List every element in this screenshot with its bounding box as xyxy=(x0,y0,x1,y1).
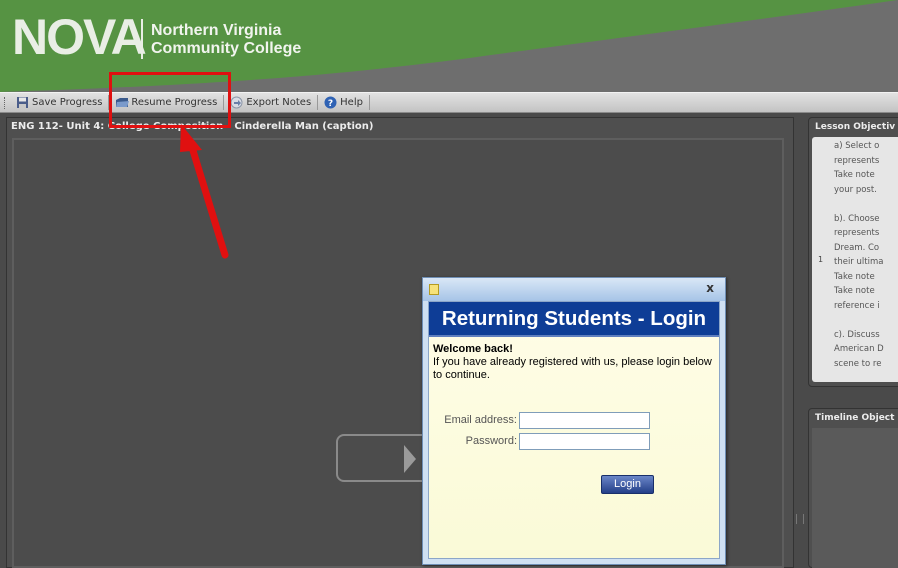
help-button[interactable]: ? Help xyxy=(320,94,367,112)
password-field[interactable] xyxy=(519,432,650,450)
export-notes-label: Export Notes xyxy=(246,97,312,108)
export-notes-icon xyxy=(230,96,243,109)
lesson-line: Take note xyxy=(834,170,875,180)
email-row: Email address: xyxy=(429,411,650,429)
svg-text:?: ? xyxy=(328,99,333,109)
dialog-body: Returning Students - Login Welcome back!… xyxy=(428,301,720,559)
export-notes-button[interactable]: Export Notes xyxy=(226,94,315,112)
help-label: Help xyxy=(340,97,363,108)
lesson-line: Dream. Co xyxy=(834,242,880,253)
dialog-titlebar[interactable]: x xyxy=(423,278,725,301)
lesson-objectives-title: Lesson Objectiv xyxy=(815,122,896,132)
timeline-objects-title: Timeline Object xyxy=(815,413,895,423)
timeline-objects-panel: Timeline Object xyxy=(808,408,898,568)
lesson-line: c). Discuss xyxy=(834,329,880,340)
lesson-line: American D xyxy=(834,344,884,354)
save-progress-button[interactable]: Save Progress xyxy=(12,94,106,112)
lesson-line: Take note xyxy=(834,286,875,296)
toolbar-separator xyxy=(368,95,370,110)
lesson-objectives-text: a) Select o represents Take note your po… xyxy=(834,139,898,371)
welcome-text: Welcome back! xyxy=(433,343,513,355)
close-button[interactable]: x xyxy=(706,281,714,295)
help-icon: ? xyxy=(324,96,337,109)
lesson-line: their ultima xyxy=(834,257,884,267)
lesson-line: your post. xyxy=(834,184,877,195)
lesson-row-number: 1 xyxy=(818,255,824,264)
login-dialog: x Returning Students - Login Welcome bac… xyxy=(422,277,726,565)
timeline-objects-content xyxy=(812,428,898,568)
password-label: Password: xyxy=(465,435,517,447)
lesson-line: reference i xyxy=(834,300,880,311)
email-field[interactable] xyxy=(519,411,650,429)
floppy-disk-icon xyxy=(16,96,29,109)
lesson-line: scene to re xyxy=(834,358,882,369)
annotation-highlight-box xyxy=(109,72,231,128)
intro-text: If you have already registered with us, … xyxy=(433,356,712,381)
lesson-line: represents xyxy=(834,155,880,166)
college-name-line1: Northern Virginia xyxy=(151,22,282,39)
lesson-objectives-content: 1 a) Select o represents Take note your … xyxy=(812,137,898,382)
panel-resize-handle[interactable] xyxy=(796,514,804,524)
logo-divider xyxy=(141,19,143,59)
note-icon xyxy=(429,284,439,295)
lesson-line xyxy=(834,197,898,212)
college-name-line2: Community College xyxy=(151,40,302,57)
login-button[interactable]: Login xyxy=(601,475,654,494)
email-label: Email address: xyxy=(444,414,517,426)
college-name: Northern Virginia Community College xyxy=(151,22,301,58)
lesson-line: b). Choose xyxy=(834,213,880,224)
lesson-objectives-panel: Lesson Objectiv 1 a) Select o represents… xyxy=(808,117,898,387)
lesson-line: Take note xyxy=(834,271,875,282)
save-progress-label: Save Progress xyxy=(32,97,103,108)
lesson-line xyxy=(834,313,898,328)
lesson-line: represents xyxy=(834,228,880,238)
nova-logo: NOVA xyxy=(12,9,147,65)
toolbar-grip xyxy=(4,96,9,109)
play-icon xyxy=(404,445,416,473)
dialog-heading: Returning Students - Login xyxy=(429,302,719,337)
lesson-line: a) Select o xyxy=(834,141,880,151)
toolbar-separator xyxy=(317,95,319,110)
password-row: Password: xyxy=(429,432,650,450)
